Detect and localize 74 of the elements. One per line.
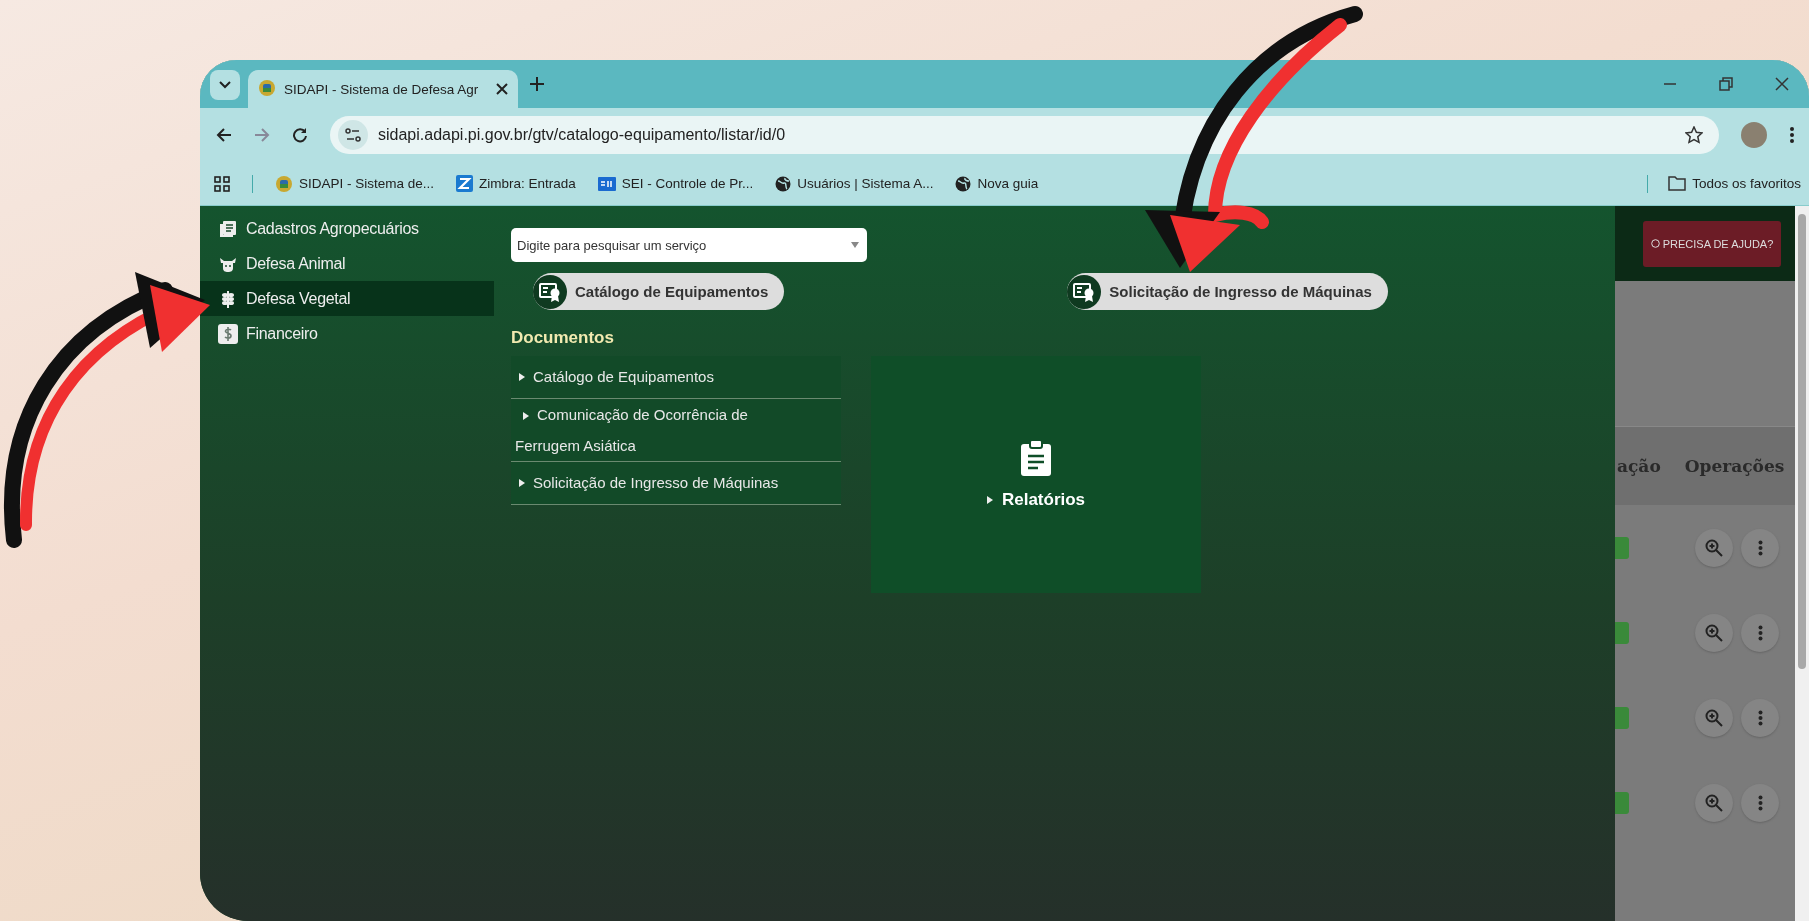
- caret-icon: [523, 412, 529, 420]
- caret-icon: [519, 479, 525, 487]
- wheat-icon: [220, 289, 236, 308]
- zoom-in-icon: [1705, 623, 1723, 642]
- dollar-icon: [218, 323, 238, 344]
- clipboard-icon: [1021, 439, 1051, 476]
- close-icon[interactable]: [496, 83, 508, 95]
- sidebar-item[interactable]: Cadastros Agropecuários: [200, 211, 494, 246]
- reports-tile[interactable]: Relatórios: [871, 356, 1201, 593]
- zoom-button[interactable]: [1695, 613, 1733, 652]
- sei-logo-icon: [597, 176, 616, 191]
- plus-icon: [530, 77, 544, 91]
- zoom-in-icon: [1705, 793, 1723, 812]
- bookmark-link[interactable]: Nova guia: [977, 176, 1039, 191]
- address-bar[interactable]: sidapi.adapi.pi.gov.br/gtv/catalogo-equipamento/listar/id/0: [330, 116, 1719, 154]
- service-shortcut-button[interactable]: Catálogo de Equipamentos: [533, 273, 785, 310]
- certificate-icon: [533, 274, 567, 309]
- close-icon[interactable]: [1775, 77, 1789, 91]
- vertical-dots-icon: [1757, 709, 1763, 726]
- vertical-dots-icon: [1757, 624, 1763, 641]
- tab-title: SIDAPI - Sistema de Defesa Agr: [284, 81, 480, 97]
- folder-icon[interactable]: [1668, 176, 1687, 191]
- status-badge: [1615, 706, 1629, 729]
- emblem-icon: [258, 78, 276, 97]
- sidebar-item[interactable]: Defesa Animal: [200, 246, 494, 281]
- zoom-in-icon: [1705, 708, 1723, 727]
- globe-icon: [775, 175, 792, 192]
- help-button[interactable]: PRECISA DE AJUDA?: [1642, 220, 1782, 267]
- emblem-icon: [275, 174, 293, 193]
- document-link[interactable]: Catálogo de Equipamentos: [511, 356, 841, 399]
- zoom-button[interactable]: [1695, 528, 1733, 567]
- letter-z-icon: [456, 175, 474, 192]
- avatar-icon[interactable]: [1741, 122, 1767, 148]
- status-badge: [1615, 791, 1629, 814]
- star-icon[interactable]: [1685, 126, 1703, 144]
- status-badge: [1615, 536, 1629, 559]
- section-heading: Documentos: [511, 328, 615, 348]
- bookmark-folder-link[interactable]: Todos os favoritos: [1692, 176, 1801, 191]
- caret-icon: [986, 495, 993, 504]
- caret-icon: [519, 373, 525, 381]
- browser-tab[interactable]: SIDAPI - Sistema de Defesa Agr: [248, 70, 518, 108]
- document-link[interactable]: Comunicação de Ocorrência de Ferrugem Asiática: [511, 399, 841, 462]
- document-link[interactable]: Solicitação de Ingresso de Máquinas: [511, 462, 841, 505]
- dropdown-caret-icon: [851, 242, 859, 248]
- tab-search-button[interactable]: [210, 70, 240, 100]
- bookmark-link[interactable]: Usuários | Sistema A...: [797, 176, 934, 191]
- menu-dots-icon[interactable]: [1789, 126, 1795, 144]
- scrollbar-thumb[interactable]: [1798, 214, 1806, 669]
- service-search-dropdown[interactable]: Digite para pesquisar um serviço: [511, 228, 867, 262]
- sidebar-item[interactable]: Financeiro: [200, 316, 494, 351]
- zoom-in-icon: [1705, 538, 1723, 557]
- sidebar-item[interactable]: Defesa Vegetal: [200, 281, 494, 316]
- service-shortcut-button[interactable]: Solicitação de Ingresso de Máquinas: [1067, 273, 1388, 310]
- zoom-button[interactable]: [1695, 698, 1733, 737]
- vertical-dots-icon: [1757, 794, 1763, 811]
- bookmark-link[interactable]: Zimbra: Entrada: [479, 176, 576, 191]
- site-settings-icon[interactable]: [338, 120, 368, 150]
- restore-icon[interactable]: [1719, 77, 1733, 91]
- vertical-dots-icon: [1757, 539, 1763, 556]
- book-stack-icon: [219, 219, 237, 238]
- bookmark-link[interactable]: SEI - Controle de Pr...: [621, 176, 754, 191]
- certificate-icon: [1067, 274, 1102, 309]
- zoom-button[interactable]: [1695, 783, 1733, 822]
- apps-grid-icon[interactable]: [214, 175, 230, 192]
- bookmark-link[interactable]: SIDAPI - Sistema de...: [299, 176, 435, 191]
- chevron-down-icon: [219, 81, 231, 89]
- url-text: sidapi.adapi.pi.gov.br/gtv/catalogo-equipamento/listar/id/0: [378, 126, 787, 144]
- column-header: ação: [1617, 456, 1661, 476]
- column-header: Operações: [1684, 456, 1785, 476]
- back-arrow-icon[interactable]: [216, 127, 232, 143]
- status-badge: [1615, 621, 1629, 644]
- globe-icon: [955, 175, 972, 192]
- placeholder-text: Digite para pesquisar um serviço: [517, 237, 708, 253]
- reload-icon[interactable]: [292, 127, 308, 143]
